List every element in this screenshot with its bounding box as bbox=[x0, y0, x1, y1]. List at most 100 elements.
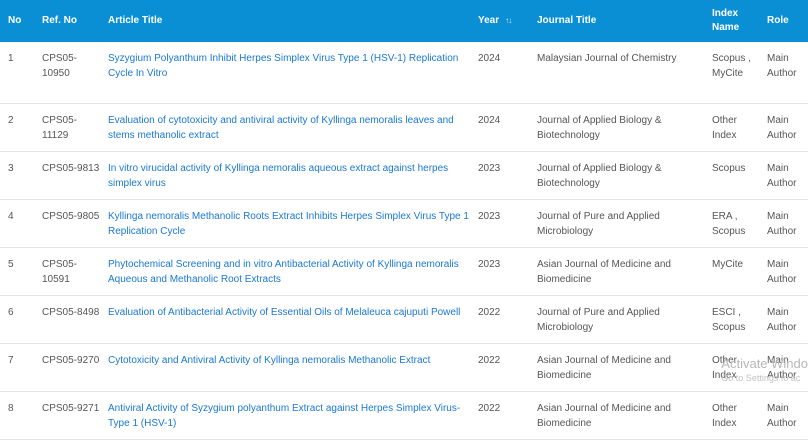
row-no: 7 bbox=[8, 354, 14, 366]
row-year-cell: 2023 bbox=[476, 151, 529, 200]
row-index-name-cell: Other Index bbox=[704, 391, 759, 440]
header-year[interactable]: Year ↑↓ bbox=[476, 0, 529, 42]
row-year: 2022 bbox=[478, 306, 501, 318]
row-no: 6 bbox=[8, 306, 14, 318]
row-ref-no-cell: CPS05-11129 bbox=[34, 103, 100, 152]
publications-table: No Ref. No Article Title Year ↑↓ Journal… bbox=[0, 0, 808, 440]
row-year: 2023 bbox=[478, 210, 501, 222]
article-title-link[interactable]: In vitro virucidal activity of Kyllinga … bbox=[108, 163, 448, 189]
row-index-name: Scopus bbox=[712, 162, 746, 174]
row-journal-title-cell: Asian Journal of Medicine and Biomedicin… bbox=[529, 343, 704, 392]
row-role-cell: Main Author bbox=[759, 151, 808, 200]
sort-updown-icon[interactable]: ↑↓ bbox=[505, 14, 512, 28]
row-index-name: Other Index bbox=[712, 354, 738, 381]
row-article-title-cell[interactable]: Syzygium Polyanthum Inhibit Herpes Simpl… bbox=[100, 42, 476, 104]
row-role-cell: Main Author bbox=[759, 42, 808, 104]
row-ref-no-cell: CPS05-8498 bbox=[34, 295, 100, 344]
row-role-cell: Main Author bbox=[759, 103, 808, 152]
row-index-name: ESCI , Scopus bbox=[712, 306, 746, 333]
header-role[interactable]: Role bbox=[759, 0, 808, 42]
row-ref-no: CPS05-9813 bbox=[42, 162, 100, 174]
row-journal-title: Journal of Pure and Applied Microbiology bbox=[537, 210, 660, 237]
row-index-name-cell: Other Index bbox=[704, 103, 759, 152]
row-journal-title: Malaysian Journal of Chemistry bbox=[537, 53, 677, 64]
row-journal-title-cell: Journal of Pure and Applied Microbiology bbox=[529, 295, 704, 344]
row-no-cell: 1 bbox=[0, 42, 34, 104]
table-row: 4 CPS05-9805 Kyllinga nemoralis Methanolic… bbox=[0, 199, 808, 248]
row-article-title-cell[interactable]: Cytotoxicity and Antiviral Activity of K… bbox=[100, 343, 476, 392]
article-title-link[interactable]: Evaluation of Antibacterial Activity of … bbox=[108, 307, 460, 318]
row-no-cell: 8 bbox=[0, 391, 34, 440]
row-article-title-cell[interactable]: In vitro virucidal activity of Kyllinga … bbox=[100, 151, 476, 200]
row-ref-no: CPS05-10591 bbox=[42, 258, 78, 285]
article-title-link[interactable]: Kyllinga nemoralis Methanolic Roots Extr… bbox=[108, 211, 469, 237]
row-index-name-cell: MyCite bbox=[704, 247, 759, 296]
row-no-cell: 5 bbox=[0, 247, 34, 296]
table-header-row: No Ref. No Article Title Year ↑↓ Journal… bbox=[0, 0, 808, 42]
row-journal-title-cell: Asian Journal of Medicine and Biomedicin… bbox=[529, 391, 704, 440]
row-role: Main Author bbox=[767, 258, 797, 285]
row-no: 8 bbox=[8, 402, 14, 414]
row-ref-no: CPS05-10950 bbox=[42, 53, 78, 79]
row-article-title-cell[interactable]: Evaluation of Antibacterial Activity of … bbox=[100, 295, 476, 344]
article-title-link[interactable]: Phytochemical Screening and in vitro Ant… bbox=[108, 259, 459, 285]
row-no-cell: 2 bbox=[0, 103, 34, 152]
row-role-cell: Main Author bbox=[759, 391, 808, 440]
row-journal-title-cell: Journal of Applied Biology & Biotechnolo… bbox=[529, 151, 704, 200]
row-article-title-cell[interactable]: Antiviral Activity of Syzygium polyanthu… bbox=[100, 391, 476, 440]
row-index-name: Scopus , MyCite bbox=[712, 53, 751, 79]
row-index-name: Other Index bbox=[712, 402, 738, 429]
row-article-title-cell[interactable]: Evaluation of cytotoxicity and antiviral… bbox=[100, 103, 476, 152]
row-no: 1 bbox=[8, 53, 14, 64]
row-index-name: ERA , Scopus bbox=[712, 210, 746, 237]
row-ref-no-cell: CPS05-9271 bbox=[34, 391, 100, 440]
header-article-title[interactable]: Article Title bbox=[100, 0, 476, 42]
row-role: Main Author bbox=[767, 306, 797, 333]
row-role-cell: Main Author bbox=[759, 295, 808, 344]
row-role-cell: Main Author bbox=[759, 343, 808, 392]
row-role: Main Author bbox=[767, 402, 797, 429]
header-ref-no[interactable]: Ref. No bbox=[34, 0, 100, 42]
row-index-name-cell: ERA , Scopus bbox=[704, 199, 759, 248]
row-journal-title-cell: Journal of Applied Biology & Biotechnolo… bbox=[529, 103, 704, 152]
header-index-name[interactable]: Index Name bbox=[704, 0, 759, 42]
row-ref-no-cell: CPS05-9813 bbox=[34, 151, 100, 200]
row-index-name: MyCite bbox=[712, 258, 744, 270]
row-index-name-cell: Scopus bbox=[704, 151, 759, 200]
row-year-cell: 2022 bbox=[476, 295, 529, 344]
header-journal-title[interactable]: Journal Title bbox=[529, 0, 704, 42]
row-year: 2023 bbox=[478, 162, 501, 174]
row-ref-no-cell: CPS05-9805 bbox=[34, 199, 100, 248]
row-no-cell: 4 bbox=[0, 199, 34, 248]
row-no: 5 bbox=[8, 258, 14, 270]
row-no: 4 bbox=[8, 210, 14, 222]
row-article-title-cell[interactable]: Phytochemical Screening and in vitro Ant… bbox=[100, 247, 476, 296]
row-role: Main Author bbox=[767, 162, 797, 189]
row-article-title-cell[interactable]: Kyllinga nemoralis Methanolic Roots Extr… bbox=[100, 199, 476, 248]
row-no-cell: 3 bbox=[0, 151, 34, 200]
row-index-name-cell: Other Index bbox=[704, 343, 759, 392]
row-ref-no: CPS05-8498 bbox=[42, 306, 100, 318]
row-year: 2024 bbox=[478, 53, 501, 64]
table-row: 3 CPS05-9813 In vitro virucidal activity o… bbox=[0, 151, 808, 200]
row-index-name-cell: ESCI , Scopus bbox=[704, 295, 759, 344]
article-title-link[interactable]: Cytotoxicity and Antiviral Activity of K… bbox=[108, 355, 430, 366]
row-role: Main Author bbox=[767, 354, 797, 381]
article-title-link[interactable]: Syzygium Polyanthum Inhibit Herpes Simpl… bbox=[108, 53, 458, 79]
row-journal-title: Asian Journal of Medicine and Biomedicin… bbox=[537, 402, 671, 429]
row-index-name: Other Index bbox=[712, 114, 738, 141]
row-role: Main Author bbox=[767, 53, 797, 79]
table-row: 6 CPS05-8498 Evaluation of Antibacterial A… bbox=[0, 295, 808, 344]
row-index-name-cell: Scopus , MyCite bbox=[704, 42, 759, 104]
article-title-link[interactable]: Antiviral Activity of Syzygium polyanthu… bbox=[108, 403, 460, 429]
row-year-cell: 2022 bbox=[476, 391, 529, 440]
row-journal-title: Journal of Applied Biology & Biotechnolo… bbox=[537, 114, 662, 141]
article-title-link[interactable]: Evaluation of cytotoxicity and antiviral… bbox=[108, 115, 454, 141]
header-no[interactable]: No bbox=[0, 0, 34, 42]
row-journal-title: Asian Journal of Medicine and Biomedicin… bbox=[537, 258, 671, 285]
table-row: 5 CPS05-10591 Phytochemical Screening and … bbox=[0, 247, 808, 296]
row-ref-no: CPS05-11129 bbox=[42, 114, 78, 141]
row-no-cell: 7 bbox=[0, 343, 34, 392]
row-ref-no-cell: CPS05-10591 bbox=[34, 247, 100, 296]
row-role: Main Author bbox=[767, 114, 797, 141]
